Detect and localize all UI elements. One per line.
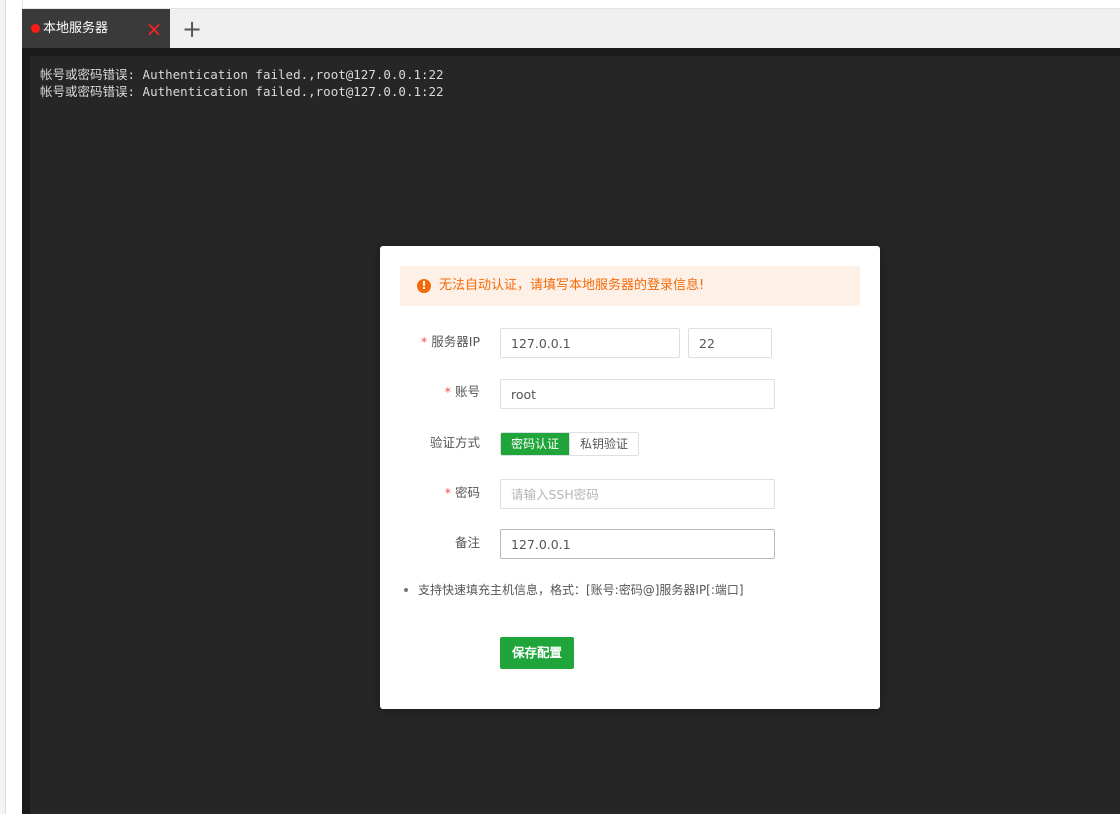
- remark-input[interactable]: [500, 529, 775, 559]
- connection-status-dot: [31, 24, 40, 33]
- bullet-icon: [404, 587, 408, 592]
- warning-icon: !: [417, 279, 431, 293]
- password-label-text: 密码: [454, 485, 480, 500]
- server-ip-label-text: 服务器IP: [431, 334, 480, 349]
- private-key-auth-option[interactable]: 私钥验证: [569, 433, 639, 455]
- password-label: * 密码: [380, 483, 480, 503]
- port-input[interactable]: [688, 328, 772, 358]
- password-auth-option[interactable]: 密码认证: [501, 433, 570, 455]
- account-label-text: 账号: [454, 384, 480, 399]
- left-panel-border: [0, 0, 6, 814]
- server-ip-input[interactable]: [500, 328, 680, 358]
- warning-alert: ! 无法自动认证，请填写本地服务器的登录信息!: [400, 266, 860, 306]
- password-input[interactable]: [500, 479, 775, 509]
- add-tab-icon[interactable]: +: [178, 15, 206, 43]
- account-label: * 账号: [380, 382, 480, 402]
- account-input[interactable]: [500, 379, 775, 409]
- remark-label: 备注: [454, 535, 480, 550]
- auth-method-toggle: 密码认证 私钥验证: [500, 432, 640, 456]
- tab-title: 本地服务器: [43, 21, 109, 36]
- terminal-output: 帐号或密码错误: Authentication failed.,root@127…: [40, 66, 444, 100]
- required-mark: *: [444, 384, 451, 399]
- required-mark: *: [421, 334, 428, 349]
- tab-local-server[interactable]: 本地服务器 ×: [22, 9, 170, 49]
- login-info-dialog: ! 无法自动认证，请填写本地服务器的登录信息! *服务器IP *账号 验证方式 …: [380, 246, 880, 709]
- required-mark: *: [444, 485, 451, 500]
- auth-method-label: 验证方式: [429, 435, 480, 450]
- terminal-line: 帐号或密码错误: Authentication failed.,root@127…: [40, 67, 444, 82]
- save-config-button[interactable]: 保存配置: [500, 637, 574, 669]
- left-panel-edge: [0, 0, 23, 814]
- alert-message: 无法自动认证，请填写本地服务器的登录信息!: [439, 278, 705, 293]
- terminal-line: 帐号或密码错误: Authentication failed.,root@127…: [40, 84, 444, 99]
- format-tip-text: 支持快速填充主机信息，格式：[账号:密码@]服务器IP[:端口]: [418, 583, 744, 597]
- tab-bar: 本地服务器 × +: [22, 8, 1120, 49]
- close-icon[interactable]: ×: [143, 18, 165, 40]
- format-tip: 支持快速填充主机信息，格式：[账号:密码@]服务器IP[:端口]: [404, 580, 744, 600]
- server-ip-label: * 服务器IP: [380, 332, 480, 352]
